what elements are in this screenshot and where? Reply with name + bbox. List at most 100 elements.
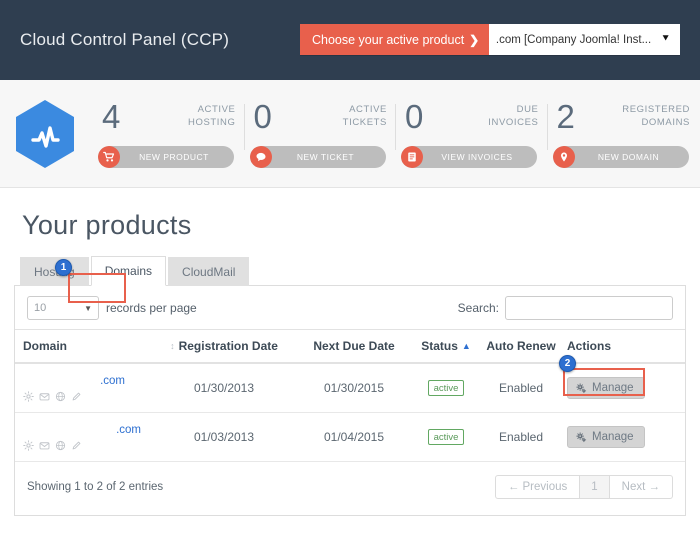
invoice-list-icon bbox=[401, 145, 423, 168]
new-product-button[interactable]: NEW PRODUCT bbox=[98, 145, 234, 168]
annotation-badge-2: 2 bbox=[559, 355, 576, 372]
stat-label-line2: DOMAINS bbox=[641, 116, 690, 128]
top-header-bar: Cloud Control Panel (CCP) Choose your ac… bbox=[0, 0, 700, 80]
table-row: .com bbox=[15, 412, 685, 462]
pagination-previous[interactable]: ← Previous bbox=[494, 475, 581, 499]
product-tabs: Hosting Domains CloudMail bbox=[14, 255, 686, 286]
view-invoices-button[interactable]: VIEW INVOICES bbox=[401, 145, 537, 168]
cell-auto-renew: Enabled bbox=[479, 363, 567, 413]
pencil-icon[interactable] bbox=[71, 440, 82, 451]
annotation-badge-1: 1 bbox=[55, 259, 72, 276]
cell-status: active bbox=[417, 363, 479, 413]
choose-active-product-label[interactable]: Choose your active product ❯ bbox=[300, 24, 490, 55]
column-header-domain[interactable]: Domain bbox=[15, 329, 157, 364]
active-product-value: .com [Company Joomla! Inst... bbox=[495, 33, 652, 46]
column-header-actions: Actions bbox=[567, 329, 685, 364]
gear-icon[interactable] bbox=[23, 391, 34, 402]
status-badge: active bbox=[427, 429, 465, 445]
stat-due-invoices: 0 DUE INVOICES VIEW INVOICES bbox=[395, 99, 549, 174]
gear-icon[interactable] bbox=[23, 440, 34, 451]
manage-button-label: Manage bbox=[592, 431, 634, 443]
stat-label: DUE INVOICES bbox=[488, 100, 538, 129]
stat-label-line1: ACTIVE bbox=[349, 103, 387, 115]
new-product-label: NEW PRODUCT bbox=[139, 151, 209, 162]
domain-link[interactable]: .com bbox=[23, 374, 153, 388]
column-header-auto-renew[interactable]: Auto Renew bbox=[479, 329, 567, 364]
cell-actions: Manage bbox=[567, 412, 685, 462]
search-label: Search: bbox=[457, 301, 499, 315]
stat-number: 2 bbox=[556, 97, 575, 135]
records-per-page-control: 10 ▼ records per page bbox=[27, 296, 197, 320]
speech-bubble-icon bbox=[249, 145, 272, 168]
column-header-domain-label: Domain bbox=[23, 339, 68, 353]
settings-gears-icon bbox=[576, 382, 587, 394]
cell-next-due-date: 01/30/2015 bbox=[295, 363, 417, 413]
sort-both-icon: ↕ bbox=[170, 341, 175, 351]
pencil-icon[interactable] bbox=[71, 391, 82, 402]
active-product-picker[interactable]: Choose your active product ❯ .com [Compa… bbox=[300, 24, 680, 55]
domains-table-head: Domain ↕ Registration Date Next Due Date … bbox=[15, 329, 685, 364]
stat-label: ACTIVE HOSTING bbox=[188, 100, 235, 129]
stats-summary-bar: 4 ACTIVE HOSTING NEW PRODUCT 0 ACTIVE TI… bbox=[0, 80, 700, 188]
globe-icon[interactable] bbox=[55, 391, 66, 402]
search-control: Search: bbox=[458, 296, 673, 320]
search-input[interactable] bbox=[505, 296, 673, 320]
stat-label-line1: DUE bbox=[516, 103, 539, 115]
stat-number: 0 bbox=[253, 97, 272, 135]
records-per-page-label: records per page bbox=[106, 301, 197, 315]
active-product-select[interactable]: .com [Company Joomla! Inst... ⯆ bbox=[489, 24, 680, 55]
envelope-icon[interactable] bbox=[39, 440, 50, 451]
cell-registration-date: 01/30/2013 bbox=[157, 363, 295, 413]
new-domain-label: NEW DOMAIN bbox=[597, 151, 660, 162]
column-header-status[interactable]: Status ▲ bbox=[417, 329, 479, 364]
cell-registration-date: 01/03/2013 bbox=[157, 412, 295, 462]
tab-hosting[interactable]: Hosting bbox=[20, 257, 89, 286]
tab-cloudmail[interactable]: CloudMail bbox=[168, 257, 250, 286]
settings-gears-icon bbox=[576, 431, 587, 443]
records-per-page-select[interactable]: 10 ▼ bbox=[27, 296, 99, 320]
pagination-page-1[interactable]: 1 bbox=[579, 475, 610, 499]
manage-button-label: Manage bbox=[592, 382, 634, 394]
cell-auto-renew: Enabled bbox=[479, 412, 567, 462]
pulse-hexagon-logo bbox=[14, 99, 76, 169]
manage-button[interactable]: Manage bbox=[567, 426, 645, 448]
stat-active-tickets: 0 ACTIVE TICKETS NEW TICKET bbox=[243, 97, 398, 174]
new-domain-button[interactable]: NEW DOMAIN bbox=[552, 145, 689, 168]
stat-active-hosting: 4 ACTIVE HOSTING NEW PRODUCT bbox=[94, 99, 246, 174]
column-header-next-due-date[interactable]: Next Due Date bbox=[295, 329, 417, 364]
domains-panel: 10 ▼ records per page Search: Domain ↕ Re… bbox=[14, 286, 686, 516]
tab-domains[interactable]: Domains bbox=[90, 256, 167, 286]
view-invoices-label: VIEW INVOICES bbox=[441, 151, 513, 162]
cell-domain: .com bbox=[15, 363, 157, 413]
envelope-icon[interactable] bbox=[39, 391, 50, 402]
column-header-actions-label: Actions bbox=[567, 339, 612, 353]
domain-link[interactable]: .com bbox=[23, 423, 153, 437]
column-header-status-label: Status bbox=[421, 339, 458, 353]
domain-row-icons bbox=[23, 440, 153, 451]
cell-status: active bbox=[417, 412, 479, 462]
chevron-down-icon: ⯆ bbox=[661, 33, 670, 45]
stat-label-line2: INVOICES bbox=[488, 116, 539, 128]
table-footer: Showing 1 to 2 of 2 entries ← Previous 1… bbox=[15, 462, 685, 515]
shopping-cart-icon bbox=[98, 145, 120, 168]
manage-button[interactable]: Manage bbox=[567, 377, 645, 399]
stat-registered-domains: 2 REGISTERED DOMAINS NEW DOMAIN bbox=[546, 97, 700, 174]
pagination-next[interactable]: Next → bbox=[608, 475, 673, 499]
column-header-registration-date[interactable]: ↕ Registration Date bbox=[157, 329, 295, 364]
globe-icon[interactable] bbox=[55, 440, 66, 451]
column-header-auto-renew-label: Auto Renew bbox=[486, 339, 556, 353]
cell-actions: Manage 2 bbox=[559, 355, 685, 413]
stat-label-line1: REGISTERED bbox=[622, 103, 690, 115]
chevron-right-icon: ❯ bbox=[469, 32, 480, 47]
records-per-page-value: 10 bbox=[34, 302, 47, 314]
stats-group: 4 ACTIVE HOSTING NEW PRODUCT 0 ACTIVE TI… bbox=[94, 94, 700, 174]
domains-table: Domain ↕ Registration Date Next Due Date … bbox=[15, 329, 685, 462]
entries-summary: Showing 1 to 2 of 2 entries bbox=[27, 481, 164, 493]
domain-row-icons bbox=[23, 391, 153, 402]
page-title-section: Your products bbox=[0, 188, 700, 255]
product-tabs-bar: Hosting Domains CloudMail 1 bbox=[0, 255, 700, 303]
column-header-registration-date-label: Registration Date bbox=[178, 339, 278, 353]
sort-ascending-icon: ▲ bbox=[461, 341, 471, 351]
new-ticket-button[interactable]: NEW TICKET bbox=[249, 145, 386, 168]
stat-label-line1: ACTIVE bbox=[197, 103, 236, 115]
